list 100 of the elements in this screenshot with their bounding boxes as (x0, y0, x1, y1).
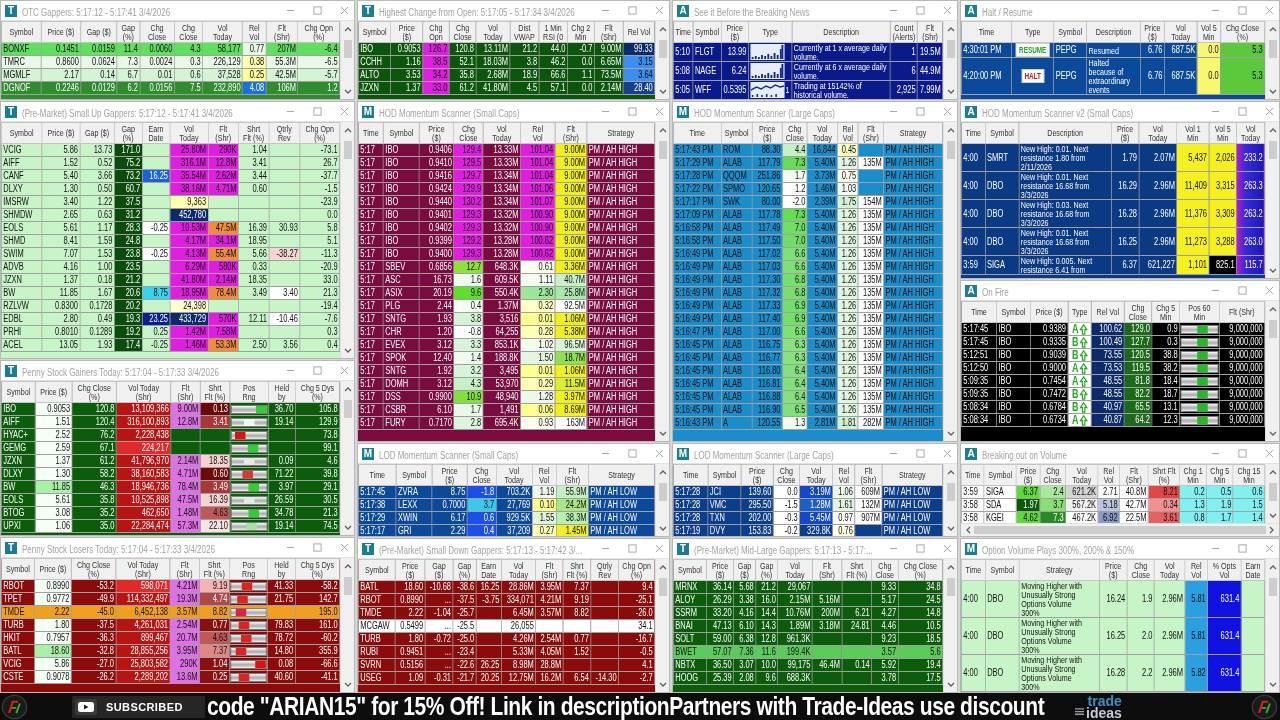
scrollbar-thumb[interactable] (1268, 483, 1277, 501)
chevron-down-icon[interactable] (343, 682, 352, 688)
chevron-down-icon[interactable] (658, 526, 667, 532)
chevron-up-icon[interactable] (1268, 469, 1277, 475)
maximize-icon[interactable] (1238, 544, 1247, 553)
close-icon[interactable] (1265, 107, 1274, 116)
close-icon[interactable] (1265, 449, 1274, 458)
scrollbar-thumb[interactable] (946, 578, 955, 596)
chevron-up-icon[interactable] (1268, 564, 1277, 570)
chevron-up-icon[interactable] (946, 564, 955, 570)
chevron-down-icon[interactable] (658, 682, 667, 688)
scrollbar-thumb[interactable] (1268, 141, 1277, 159)
scrollbar-thumb[interactable] (1268, 320, 1277, 338)
chevron-up-icon[interactable] (343, 563, 352, 569)
chevron-up-icon[interactable] (1268, 306, 1277, 312)
chevron-down-icon[interactable] (1268, 431, 1277, 437)
scrollbar-thumb[interactable] (343, 40, 352, 58)
chevron-right-icon[interactable] (1269, 526, 1275, 534)
scrollbar[interactable] (340, 21, 354, 99)
close-icon[interactable] (655, 6, 664, 15)
maximize-icon[interactable] (313, 366, 322, 375)
scrollbar[interactable] (1265, 301, 1279, 441)
close-icon[interactable] (655, 449, 664, 458)
maximize-icon[interactable] (628, 107, 637, 116)
maximize-icon[interactable] (916, 544, 925, 553)
close-icon[interactable] (943, 6, 952, 15)
chevron-down-icon[interactable] (343, 89, 352, 95)
maximize-icon[interactable] (1238, 107, 1247, 116)
chevron-up-icon[interactable] (658, 26, 667, 32)
chevron-up-icon[interactable] (658, 127, 667, 133)
chevron-left-icon[interactable] (965, 526, 971, 534)
close-icon[interactable] (655, 107, 664, 116)
scrollbar-thumb[interactable] (1268, 40, 1277, 58)
maximize-icon[interactable] (313, 543, 322, 552)
chevron-up-icon[interactable] (343, 26, 352, 32)
maximize-icon[interactable] (916, 449, 925, 458)
chevron-down-icon[interactable] (658, 89, 667, 95)
scrollbar[interactable] (961, 523, 1279, 536)
close-icon[interactable] (340, 6, 349, 15)
scrollbar-thumb[interactable] (946, 40, 955, 58)
close-icon[interactable] (1265, 6, 1274, 15)
subscribe-button[interactable]: SUBSCRIBED (72, 695, 205, 718)
scrollbar-thumb[interactable] (1268, 578, 1277, 596)
scrollbar[interactable] (1265, 464, 1279, 523)
maximize-icon[interactable] (628, 6, 637, 15)
chevron-up-icon[interactable] (1268, 26, 1277, 32)
close-icon[interactable] (943, 107, 952, 116)
scrollbar-thumb[interactable] (658, 578, 667, 596)
close-icon[interactable] (1265, 544, 1274, 553)
scrollbar[interactable] (340, 381, 354, 535)
chevron-down-icon[interactable] (658, 431, 667, 437)
scrollbar-thumb[interactable] (974, 526, 1266, 534)
chevron-up-icon[interactable] (343, 386, 352, 392)
scrollbar-thumb[interactable] (343, 141, 352, 159)
chevron-down-icon[interactable] (1268, 89, 1277, 95)
close-icon[interactable] (340, 543, 349, 552)
scrollbar-thumb[interactable] (946, 141, 955, 159)
close-icon[interactable] (340, 366, 349, 375)
scrollbar-thumb[interactable] (658, 141, 667, 159)
scrollbar-thumb[interactable] (658, 483, 667, 501)
scrollbar[interactable] (340, 122, 354, 358)
maximize-icon[interactable] (628, 449, 637, 458)
scrollbar[interactable] (943, 464, 957, 536)
chevron-up-icon[interactable] (658, 564, 667, 570)
chevron-down-icon[interactable] (1268, 682, 1277, 688)
chevron-up-icon[interactable] (946, 26, 955, 32)
scrollbar[interactable] (1265, 122, 1279, 278)
maximize-icon[interactable] (1238, 449, 1247, 458)
chevron-down-icon[interactable] (343, 348, 352, 354)
maximize-icon[interactable] (916, 6, 925, 15)
chevron-up-icon[interactable] (1268, 127, 1277, 133)
scrollbar[interactable] (943, 559, 957, 692)
maximize-icon[interactable] (313, 6, 322, 15)
scrollbar-thumb[interactable] (343, 400, 352, 418)
scrollbar[interactable] (943, 21, 957, 99)
scrollbar[interactable] (1265, 21, 1279, 99)
chevron-down-icon[interactable] (1268, 268, 1277, 274)
scrollbar-thumb[interactable] (343, 577, 352, 595)
chevron-down-icon[interactable] (946, 526, 955, 532)
close-icon[interactable] (943, 544, 952, 553)
scrollbar-thumb[interactable] (658, 40, 667, 58)
chevron-down-icon[interactable] (343, 525, 352, 531)
maximize-icon[interactable] (916, 107, 925, 116)
scrollbar[interactable] (340, 558, 354, 692)
scrollbar-thumb[interactable] (946, 483, 955, 501)
scrollbar[interactable] (1265, 559, 1279, 692)
chevron-up-icon[interactable] (658, 469, 667, 475)
scrollbar[interactable] (655, 464, 669, 536)
chevron-down-icon[interactable] (946, 682, 955, 688)
scrollbar[interactable] (655, 21, 669, 99)
close-icon[interactable] (1265, 286, 1274, 295)
chevron-up-icon[interactable] (946, 469, 955, 475)
chevron-down-icon[interactable] (946, 89, 955, 95)
chevron-up-icon[interactable] (343, 127, 352, 133)
chevron-down-icon[interactable] (946, 431, 955, 437)
maximize-icon[interactable] (313, 107, 322, 116)
chevron-up-icon[interactable] (946, 127, 955, 133)
scrollbar[interactable] (943, 122, 957, 441)
maximize-icon[interactable] (1238, 286, 1247, 295)
close-icon[interactable] (340, 107, 349, 116)
